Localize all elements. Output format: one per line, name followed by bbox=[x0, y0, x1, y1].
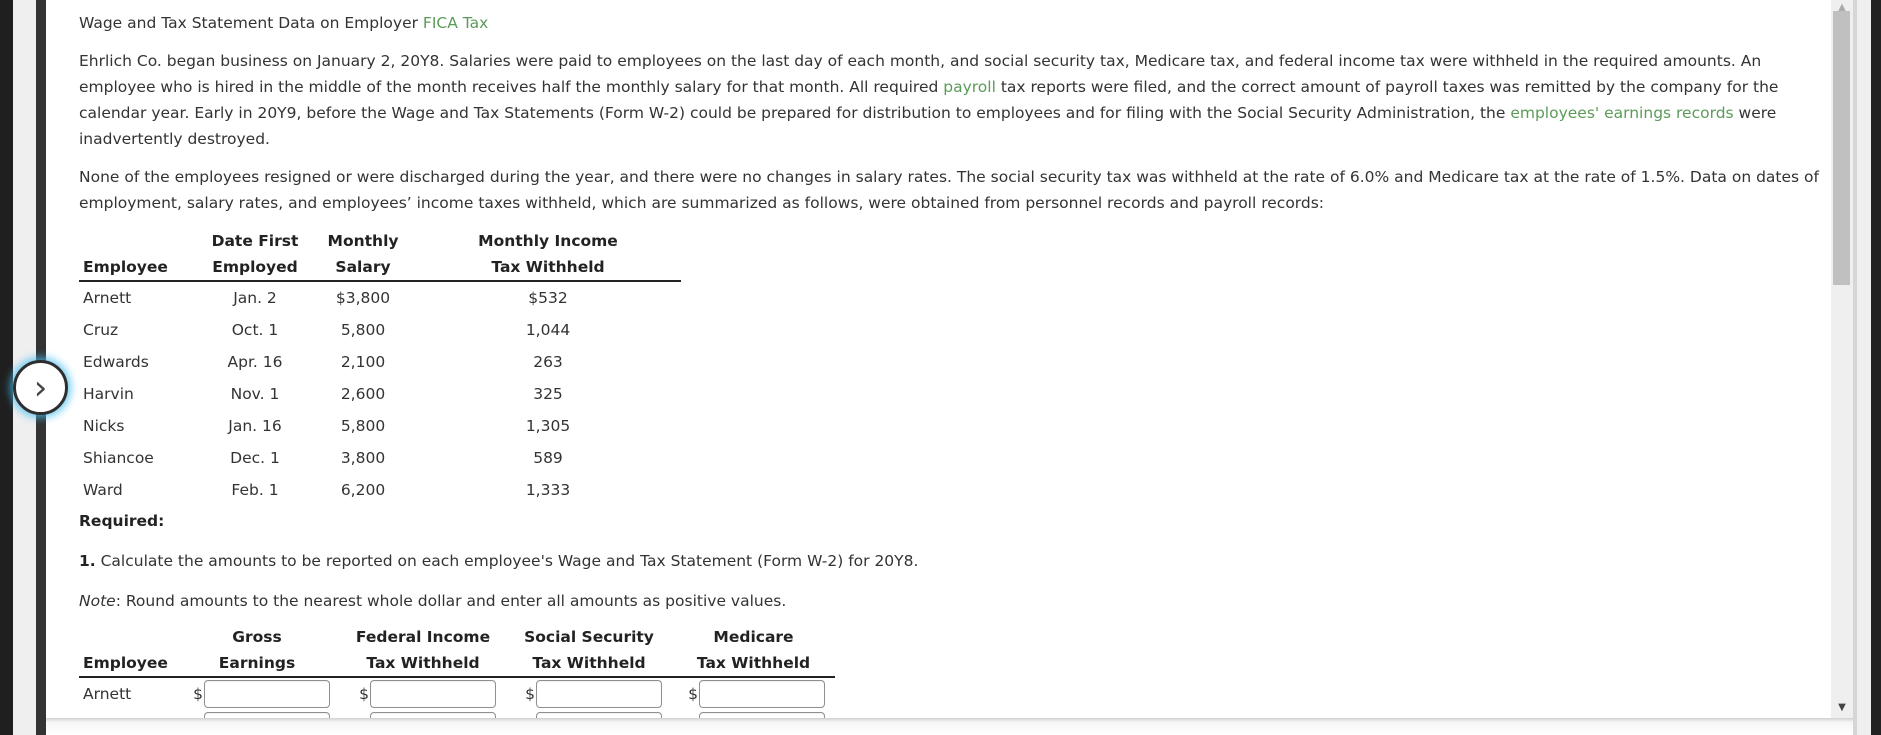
fica-tax-glossary-link[interactable]: FICA Tax bbox=[423, 14, 488, 32]
window-gutter-right bbox=[1853, 0, 1871, 735]
date-first-employed: Dec. 1 bbox=[230, 449, 280, 467]
scroll-down-arrow-icon[interactable]: ▼ bbox=[1831, 700, 1853, 714]
scrollbar-thumb[interactable] bbox=[1833, 11, 1850, 285]
header-social-security-line1: Social Security bbox=[524, 628, 654, 646]
monthly-income-tax: 263 bbox=[533, 353, 563, 371]
date-first-employed: Feb. 1 bbox=[231, 481, 279, 499]
dollar-sign: $ bbox=[359, 685, 369, 703]
page-bottom-edge bbox=[46, 718, 1853, 735]
w2-answer-table: Gross Federal Income Social Security Med… bbox=[79, 624, 835, 718]
employee-name: Arnett bbox=[83, 685, 132, 703]
earnings-records-glossary-link[interactable]: employees' earnings records bbox=[1510, 104, 1733, 122]
header-federal-line1: Federal Income bbox=[355, 628, 491, 646]
window-edge-left bbox=[0, 0, 13, 735]
chevron-right-icon: › bbox=[33, 367, 48, 408]
monthly-income-tax: 589 bbox=[533, 449, 563, 467]
header-employee: Employee bbox=[79, 254, 199, 282]
monthly-salary: $3,800 bbox=[335, 289, 391, 307]
table-row: Nicks Jan. 16 5,800 1,305 bbox=[79, 410, 681, 442]
employee-name: Arnett bbox=[83, 289, 132, 307]
note-text: : Round amounts to the nearest whole dol… bbox=[115, 592, 787, 610]
question-number: 1. bbox=[79, 552, 96, 570]
header-social-security-line2: Tax Withheld bbox=[506, 650, 672, 678]
problem-title-text: Wage and Tax Statement Data on Employer bbox=[79, 14, 423, 32]
note-label: Note bbox=[79, 592, 116, 610]
problem-page: Wage and Tax Statement Data on Employer … bbox=[46, 0, 1831, 718]
header-date-line1: Date First bbox=[211, 232, 299, 250]
window-edge-right bbox=[1871, 0, 1881, 735]
gross-earnings-input[interactable] bbox=[204, 680, 330, 708]
header-tax-line2: Tax Withheld bbox=[415, 254, 681, 282]
expand-panel-button[interactable]: › bbox=[13, 360, 68, 415]
employee-name: Cruz bbox=[83, 321, 119, 339]
date-first-employed: Apr. 16 bbox=[227, 353, 283, 371]
header-gross-line1: Gross bbox=[232, 628, 282, 646]
monthly-salary: 2,100 bbox=[340, 353, 386, 371]
problem-title: Wage and Tax Statement Data on Employer … bbox=[79, 10, 1819, 36]
header-salary-line2: Salary bbox=[311, 254, 415, 282]
problem-paragraph-1: Ehrlich Co. began business on January 2,… bbox=[79, 48, 1819, 152]
table-row: Cruz Oct. 1 5,800 1,044 bbox=[79, 314, 681, 346]
question-text: Calculate the amounts to be reported on … bbox=[95, 552, 919, 570]
employee-name: Harvin bbox=[83, 385, 134, 403]
employee-name: Nicks bbox=[83, 417, 125, 435]
question-1: 1. Calculate the amounts to be reported … bbox=[79, 548, 1819, 574]
header-employee: Employee bbox=[79, 650, 174, 678]
employee-name: Cruz bbox=[79, 710, 174, 718]
monthly-salary: 6,200 bbox=[340, 481, 386, 499]
rounding-note: Note: Round amounts to the nearest whole… bbox=[79, 588, 1819, 614]
employee-data-table: Date First Monthly Monthly Income Employ… bbox=[79, 228, 681, 506]
problem-content: Wage and Tax Statement Data on Employer … bbox=[79, 10, 1819, 718]
header-date-line2: Employed bbox=[199, 254, 311, 282]
table-row: Edwards Apr. 16 2,100 263 bbox=[79, 346, 681, 378]
dollar-sign: $ bbox=[193, 685, 203, 703]
dollar-sign: $ bbox=[525, 685, 535, 703]
monthly-income-tax: 1,044 bbox=[525, 321, 571, 339]
monthly-salary: 2,600 bbox=[340, 385, 386, 403]
date-first-employed: Oct. 1 bbox=[231, 321, 279, 339]
monthly-salary: 5,800 bbox=[340, 417, 386, 435]
date-first-employed: Nov. 1 bbox=[230, 385, 280, 403]
table-row: Harvin Nov. 1 2,600 325 bbox=[79, 378, 681, 410]
problem-paragraph-2: None of the employees resigned or were d… bbox=[79, 168, 1819, 212]
header-blank bbox=[79, 228, 199, 254]
header-federal-line2: Tax Withheld bbox=[340, 650, 506, 678]
header-tax-line1: Monthly Income bbox=[478, 232, 618, 250]
medicare-tax-input[interactable] bbox=[699, 680, 825, 708]
header-medicare-line2: Tax Withheld bbox=[672, 650, 835, 678]
monthly-income-tax: 325 bbox=[533, 385, 563, 403]
monthly-salary: 3,800 bbox=[340, 449, 386, 467]
header-medicare-line1: Medicare bbox=[713, 628, 794, 646]
header-gross-line2: Earnings bbox=[174, 650, 340, 678]
employee-name: Shiancoe bbox=[83, 449, 154, 467]
header-blank bbox=[79, 624, 174, 650]
table-row: Arnett Jan. 2 $3,800 $532 bbox=[79, 281, 681, 314]
dollar-sign: $ bbox=[688, 685, 698, 703]
answer-row: Cruz bbox=[79, 710, 835, 718]
payroll-glossary-link[interactable]: payroll bbox=[943, 78, 996, 96]
vertical-scrollbar[interactable]: ▲ ▼ bbox=[1831, 0, 1853, 718]
date-first-employed: Jan. 16 bbox=[228, 417, 282, 435]
required-heading: Required: bbox=[79, 512, 165, 530]
table-row: Shiancoe Dec. 1 3,800 589 bbox=[79, 442, 681, 474]
date-first-employed: Jan. 2 bbox=[233, 289, 277, 307]
answer-row: Arnett $ $ $ $ bbox=[79, 677, 835, 710]
monthly-salary: 5,800 bbox=[340, 321, 386, 339]
social-security-tax-input[interactable] bbox=[536, 680, 662, 708]
employee-name: Edwards bbox=[83, 353, 149, 371]
table-row: Ward Feb. 1 6,200 1,333 bbox=[79, 474, 681, 506]
federal-income-tax-input[interactable] bbox=[370, 680, 496, 708]
header-salary-line1: Monthly bbox=[327, 232, 399, 250]
monthly-income-tax: 1,305 bbox=[525, 417, 571, 435]
monthly-income-tax: 1,333 bbox=[525, 481, 571, 499]
monthly-income-tax: $532 bbox=[528, 289, 568, 307]
employee-name: Ward bbox=[83, 481, 123, 499]
